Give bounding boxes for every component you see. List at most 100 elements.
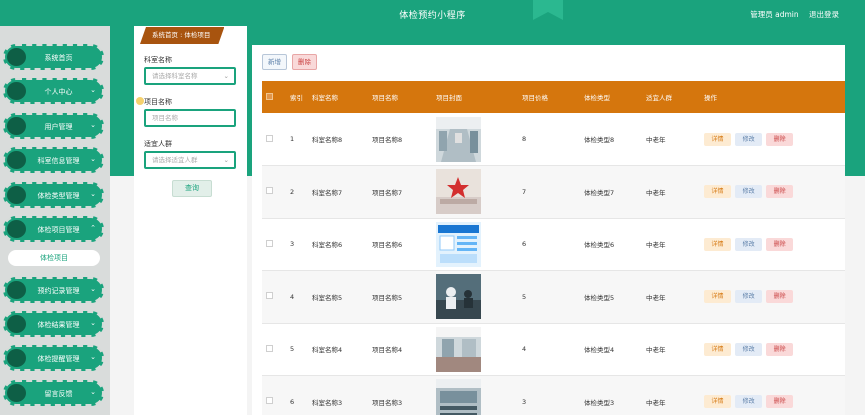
sidebar-item-exam-items[interactable]: 体检项目管理 ⌃ bbox=[3, 216, 104, 242]
detail-button[interactable]: 详情 bbox=[704, 395, 731, 409]
chevron-down-icon: ⌄ bbox=[90, 353, 96, 361]
sidebar-item-home[interactable]: 系统首页 bbox=[3, 44, 104, 70]
row-checkbox[interactable] bbox=[266, 292, 273, 300]
sidebar-dot-icon bbox=[7, 48, 26, 66]
cover-cell bbox=[432, 218, 518, 271]
dept-cell: 科室名称7 bbox=[308, 165, 368, 219]
detail-button[interactable]: 详情 bbox=[704, 237, 731, 251]
crowd-select-placeholder: 请选择适宜人群 bbox=[152, 156, 198, 164]
row-delete-button[interactable]: 删除 bbox=[766, 185, 794, 199]
sidebar-dot-icon bbox=[7, 220, 26, 238]
type-cell: 体检类型3 bbox=[580, 375, 642, 415]
sidebar-item-exam-types[interactable]: 体检类型管理 ⌄ bbox=[3, 182, 104, 208]
sidebar-item-label: 体检结果管理 bbox=[37, 321, 80, 329]
edit-button[interactable]: 修改 bbox=[735, 395, 763, 409]
cover-cell bbox=[432, 323, 518, 376]
type-cell: 体检类型6 bbox=[580, 218, 642, 271]
sidebar-item-reminders[interactable]: 体检提醒管理 ⌄ bbox=[3, 345, 104, 371]
item-name-input[interactable]: 项目名称 bbox=[144, 109, 236, 127]
edit-button[interactable]: 修改 bbox=[735, 290, 763, 304]
detail-button[interactable]: 详情 bbox=[704, 132, 731, 146]
row-delete-button[interactable]: 删除 bbox=[766, 132, 794, 146]
chevron-down-icon: ⌄ bbox=[90, 121, 96, 129]
table-row: 4 科室名称5 项目名称5 5 体检类型5 中老年 详情 修改 删除 bbox=[262, 270, 845, 324]
cover-image[interactable] bbox=[436, 221, 481, 267]
sidebar-item-profile[interactable]: 个人中心 ⌄ bbox=[3, 78, 104, 104]
dept-select[interactable]: 请选择科室名称 ⌄ bbox=[144, 67, 236, 85]
table-row: 3 科室名称6 项目名称6 6 体检类型6 中老年 详情 修改 删除 bbox=[262, 218, 845, 271]
edit-button[interactable]: 修改 bbox=[735, 237, 763, 251]
row-delete-button[interactable]: 删除 bbox=[766, 342, 794, 356]
actions-cell: 详情 修改 删除 bbox=[700, 113, 845, 166]
sidebar-item-label: 体检类型管理 bbox=[37, 192, 80, 200]
crowd-select[interactable]: 请选择适宜人群 ⌄ bbox=[144, 151, 236, 169]
edit-button[interactable]: 修改 bbox=[735, 132, 763, 146]
logout-link[interactable]: 退出登录 bbox=[809, 10, 839, 19]
detail-button[interactable]: 详情 bbox=[704, 290, 731, 304]
table-row: 1 科室名称8 项目名称8 8 体检类型8 中老年 详情 修改 删除 bbox=[262, 113, 845, 166]
index-cell: 4 bbox=[286, 270, 308, 324]
sidebar-item-label: 用户管理 bbox=[44, 123, 73, 131]
row-checkbox[interactable] bbox=[266, 134, 273, 142]
breadcrumb-home[interactable]: 系统首页 bbox=[152, 31, 178, 39]
crowd-cell: 中老年 bbox=[642, 165, 700, 219]
cover-image[interactable] bbox=[436, 274, 481, 320]
user-area: 管理员 admin 退出登录 bbox=[742, 9, 839, 20]
cover-cell bbox=[432, 165, 518, 219]
cover-image[interactable] bbox=[436, 379, 481, 415]
row-select-cell bbox=[262, 270, 286, 324]
edit-button[interactable]: 修改 bbox=[735, 342, 763, 356]
dept-cell: 科室名称4 bbox=[308, 323, 368, 376]
add-button[interactable]: 新增 bbox=[262, 54, 287, 70]
row-checkbox[interactable] bbox=[266, 344, 273, 352]
sidebar-dot-icon bbox=[7, 186, 26, 204]
detail-button[interactable]: 详情 bbox=[704, 185, 731, 199]
sidebar-dot-icon bbox=[7, 281, 26, 299]
row-checkbox[interactable] bbox=[266, 187, 273, 195]
sidebar-dot-icon bbox=[7, 82, 26, 100]
crowd-cell: 中老年 bbox=[642, 270, 700, 324]
delete-button[interactable]: 删除 bbox=[292, 54, 317, 70]
row-select-cell bbox=[262, 218, 286, 271]
admin-label: 管理员 admin bbox=[750, 10, 799, 19]
price-cell: 6 bbox=[518, 218, 580, 271]
search-button[interactable]: 查询 bbox=[172, 180, 212, 197]
breadcrumb-current: 体检项目 bbox=[184, 31, 211, 39]
chevron-down-icon: ⌄ bbox=[90, 388, 96, 396]
index-cell: 1 bbox=[286, 113, 308, 166]
cover-image[interactable] bbox=[436, 169, 481, 215]
sidebar-item-users[interactable]: 用户管理 ⌄ bbox=[3, 113, 104, 139]
sidebar-item-results[interactable]: 体检结果管理 ⌄ bbox=[3, 311, 104, 337]
dept-select-placeholder: 请选择科室名称 bbox=[152, 72, 198, 80]
sidebar-item-label: 留言反馈 bbox=[44, 390, 73, 398]
column-header: 索引 bbox=[286, 81, 308, 113]
row-delete-button[interactable]: 删除 bbox=[766, 237, 794, 251]
table-row: 2 科室名称7 项目名称7 7 体检类型7 中老年 详情 修改 删除 bbox=[262, 165, 845, 219]
name-cell: 项目名称3 bbox=[368, 375, 432, 415]
type-cell: 体检类型4 bbox=[580, 323, 642, 376]
cover-image[interactable] bbox=[436, 116, 481, 162]
price-cell: 7 bbox=[518, 165, 580, 219]
edit-button[interactable]: 修改 bbox=[735, 185, 763, 199]
detail-button[interactable]: 详情 bbox=[704, 342, 731, 356]
select-all-checkbox[interactable] bbox=[266, 92, 273, 100]
chevron-up-icon: ⌃ bbox=[90, 224, 96, 232]
sidebar-item-feedback[interactable]: 留言反馈 ⌄ bbox=[3, 380, 104, 406]
sidebar-dot-icon bbox=[7, 384, 26, 402]
row-delete-button[interactable]: 删除 bbox=[766, 395, 794, 409]
row-checkbox[interactable] bbox=[266, 397, 273, 405]
crowd-cell: 中老年 bbox=[642, 323, 700, 376]
sidebar-subitem-exam-items[interactable]: 体检项目 bbox=[8, 250, 100, 266]
row-checkbox[interactable] bbox=[266, 239, 273, 247]
type-cell: 体检类型8 bbox=[580, 113, 642, 166]
sidebar-item-appointments[interactable]: 预约记录管理 ⌄ bbox=[3, 277, 104, 303]
actions-cell: 详情 修改 删除 bbox=[700, 323, 845, 376]
sidebar-item-departments[interactable]: 科室信息管理 ⌄ bbox=[3, 147, 104, 173]
price-cell: 8 bbox=[518, 113, 580, 166]
row-select-cell bbox=[262, 113, 286, 166]
row-delete-button[interactable]: 删除 bbox=[766, 290, 794, 304]
cover-image[interactable] bbox=[436, 326, 481, 372]
index-cell: 3 bbox=[286, 218, 308, 271]
column-header: 项目价格 bbox=[518, 81, 580, 113]
select-all-cell bbox=[262, 81, 286, 113]
